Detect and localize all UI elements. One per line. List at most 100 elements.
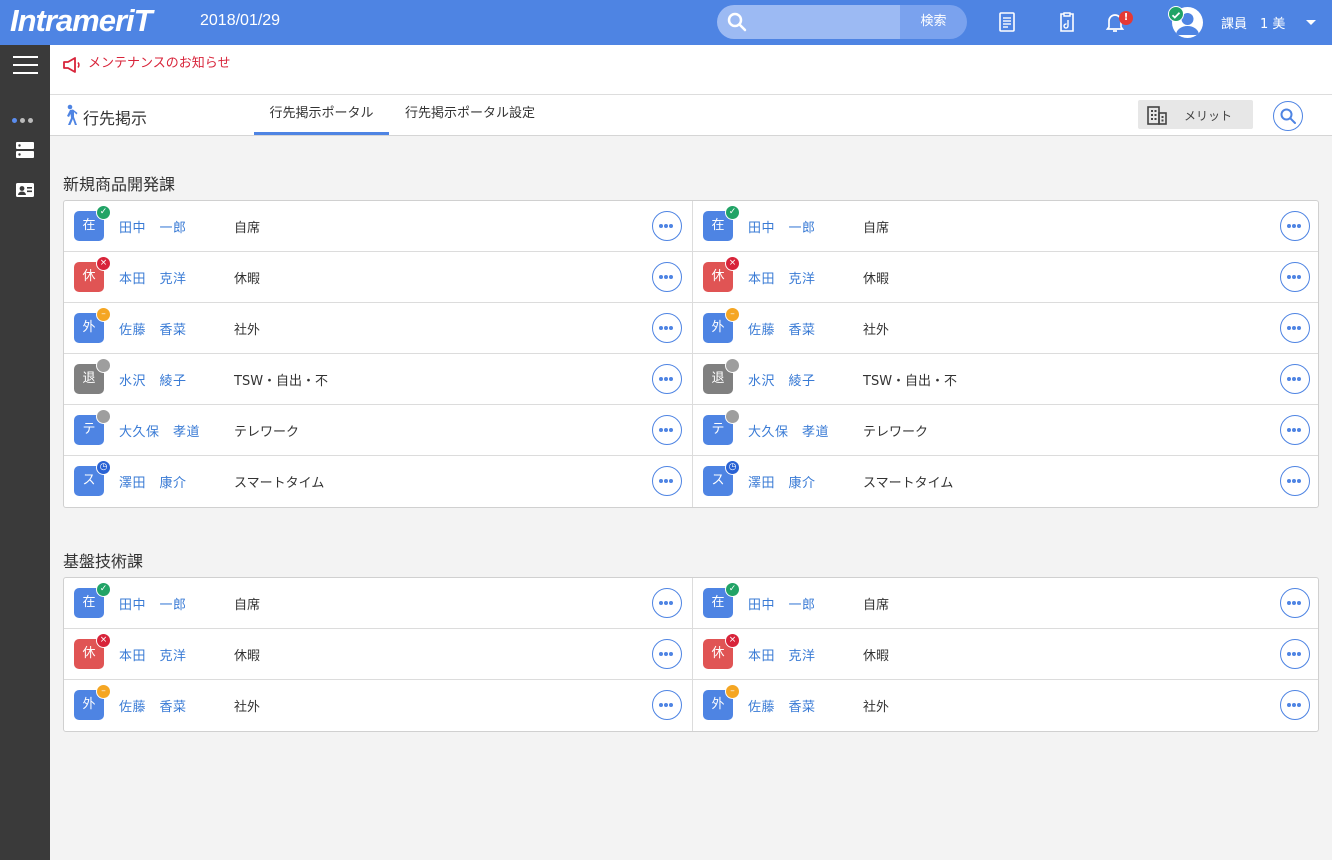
clipboard-icon[interactable]	[1055, 10, 1079, 34]
member-status: 自席	[863, 221, 890, 236]
app-logo[interactable]: IntrameriT	[10, 4, 153, 38]
contact-card-icon[interactable]	[15, 180, 35, 200]
search-input[interactable]	[717, 5, 901, 39]
search-icon	[1280, 108, 1296, 124]
more-options-button[interactable]	[1280, 211, 1310, 241]
member-name-link[interactable]: 澤田 康介	[119, 472, 187, 491]
member-status: 社外	[234, 323, 261, 338]
building-icon	[1147, 106, 1167, 125]
header-date: 2018/01/29	[200, 12, 281, 29]
member-status: 自席	[863, 598, 890, 613]
table-row: ス ◷ 澤田 康介 スマートタイムス ◷ 澤田 康介 スマートタイム	[64, 456, 1318, 507]
member-name-link[interactable]: 本田 克洋	[119, 268, 187, 287]
search-icon	[727, 12, 747, 32]
member-cell: 在 ✓ 田中 一郎 自席	[64, 578, 692, 629]
document-icon[interactable]	[995, 10, 1019, 34]
tab-portal-settings[interactable]: 行先掲示ポータル設定	[395, 95, 545, 135]
member-cell: 休 × 本田 克洋 休暇	[692, 629, 1320, 680]
more-options-button[interactable]	[1280, 364, 1310, 394]
more-options-button[interactable]	[652, 313, 682, 343]
member-name-link[interactable]: 佐藤 香菜	[119, 319, 187, 338]
more-options-button[interactable]	[652, 211, 682, 241]
more-options-button[interactable]	[652, 690, 682, 720]
more-options-button[interactable]	[652, 466, 682, 496]
member-cell: 外 – 佐藤 香菜 社外	[64, 303, 692, 354]
more-options-button[interactable]	[652, 588, 682, 618]
member-status: スマートタイム	[234, 476, 325, 491]
more-options-button[interactable]	[652, 262, 682, 292]
page-title: 行先掲示	[83, 109, 148, 128]
clock-icon: ◷	[96, 460, 111, 475]
member-name-link[interactable]: 田中 一郎	[748, 217, 816, 236]
minus-icon: –	[725, 307, 740, 322]
member-name-link[interactable]: 佐藤 香菜	[748, 696, 816, 715]
member-name-link[interactable]: 大久保 孝道	[748, 421, 829, 440]
more-options-button[interactable]	[1280, 588, 1310, 618]
member-cell: テ大久保 孝道 テレワーク	[64, 405, 692, 456]
member-name-link[interactable]: 佐藤 香菜	[119, 696, 187, 715]
member-status: 自席	[234, 221, 261, 236]
member-status: 自席	[234, 598, 261, 613]
maintenance-notice[interactable]: メンテナンスのお知らせ	[50, 45, 1332, 95]
notification-badge: !	[1119, 11, 1133, 25]
member-status: 休暇	[234, 649, 261, 664]
more-options-button[interactable]	[1280, 639, 1310, 669]
presence-check-icon	[1168, 6, 1184, 22]
minus-icon: –	[96, 307, 111, 322]
member-name-link[interactable]: 大久保 孝道	[119, 421, 200, 440]
top-header: IntrameriT 2018/01/29 検索 ! 課員 1 美	[0, 0, 1332, 45]
member-cell: テ大久保 孝道 テレワーク	[692, 405, 1320, 456]
tab-portal[interactable]: 行先掲示ポータル	[254, 95, 389, 135]
member-cell: 在 ✓ 田中 一郎 自席	[692, 201, 1320, 252]
sidebar	[0, 45, 50, 860]
check-icon: ✓	[725, 582, 740, 597]
more-options-button[interactable]	[652, 639, 682, 669]
member-name-link[interactable]: 田中 一郎	[119, 217, 187, 236]
chevron-down-icon[interactable]	[1306, 20, 1316, 25]
member-name-link[interactable]: 澤田 康介	[748, 472, 816, 491]
member-status: 休暇	[234, 272, 261, 287]
member-name-link[interactable]: 田中 一郎	[748, 594, 816, 613]
more-options-button[interactable]	[1280, 262, 1310, 292]
user-name[interactable]: 課員 1 美	[1221, 13, 1285, 32]
member-status: TSW・自出・不	[863, 374, 958, 389]
portal-search-button[interactable]	[1273, 101, 1303, 131]
member-name-link[interactable]: 田中 一郎	[119, 594, 187, 613]
notice-link[interactable]: メンテナンスのお知らせ	[88, 52, 230, 71]
close-icon: ×	[96, 256, 111, 271]
more-options-button[interactable]	[652, 415, 682, 445]
member-cell: 退水沢 綾子 TSW・自出・不	[692, 354, 1320, 405]
member-name-link[interactable]: 本田 克洋	[748, 268, 816, 287]
search-button[interactable]: 検索	[900, 5, 967, 39]
member-status: テレワーク	[234, 425, 300, 440]
member-cell: 在 ✓ 田中 一郎 自席	[692, 578, 1320, 629]
member-name-link[interactable]: 佐藤 香菜	[748, 319, 816, 338]
menu-icon[interactable]	[13, 56, 38, 76]
member-name-link[interactable]: 本田 克洋	[119, 645, 187, 664]
more-options-button[interactable]	[652, 364, 682, 394]
member-cell: 休 × 本田 克洋 休暇	[692, 252, 1320, 303]
group-title: 基盤技術課	[63, 552, 144, 571]
table-row: 在 ✓ 田中 一郎 自席在 ✓ 田中 一郎 自席	[64, 578, 1318, 629]
minus-icon: –	[96, 684, 111, 699]
merit-filter-button[interactable]: メリット	[1138, 100, 1253, 129]
member-cell: 在 ✓ 田中 一郎 自席	[64, 201, 692, 252]
member-cell: 退水沢 綾子 TSW・自出・不	[64, 354, 692, 405]
member-name-link[interactable]: 水沢 綾子	[119, 370, 187, 389]
more-options-button[interactable]	[1280, 466, 1310, 496]
check-icon: ✓	[96, 582, 111, 597]
member-name-link[interactable]: 水沢 綾子	[748, 370, 816, 389]
more-options-button[interactable]	[1280, 313, 1310, 343]
member-cell: 外 – 佐藤 香菜 社外	[64, 680, 692, 731]
more-options-button[interactable]	[1280, 690, 1310, 720]
member-status: 休暇	[863, 272, 890, 287]
more-apps-icon[interactable]	[12, 108, 36, 127]
server-icon[interactable]	[15, 140, 35, 160]
member-status: TSW・自出・不	[234, 374, 329, 389]
merit-label: メリット	[1184, 109, 1233, 123]
status-dot-icon	[725, 358, 740, 373]
more-options-button[interactable]	[1280, 415, 1310, 445]
member-status: スマートタイム	[863, 476, 954, 491]
megaphone-icon	[63, 57, 80, 73]
member-name-link[interactable]: 本田 克洋	[748, 645, 816, 664]
